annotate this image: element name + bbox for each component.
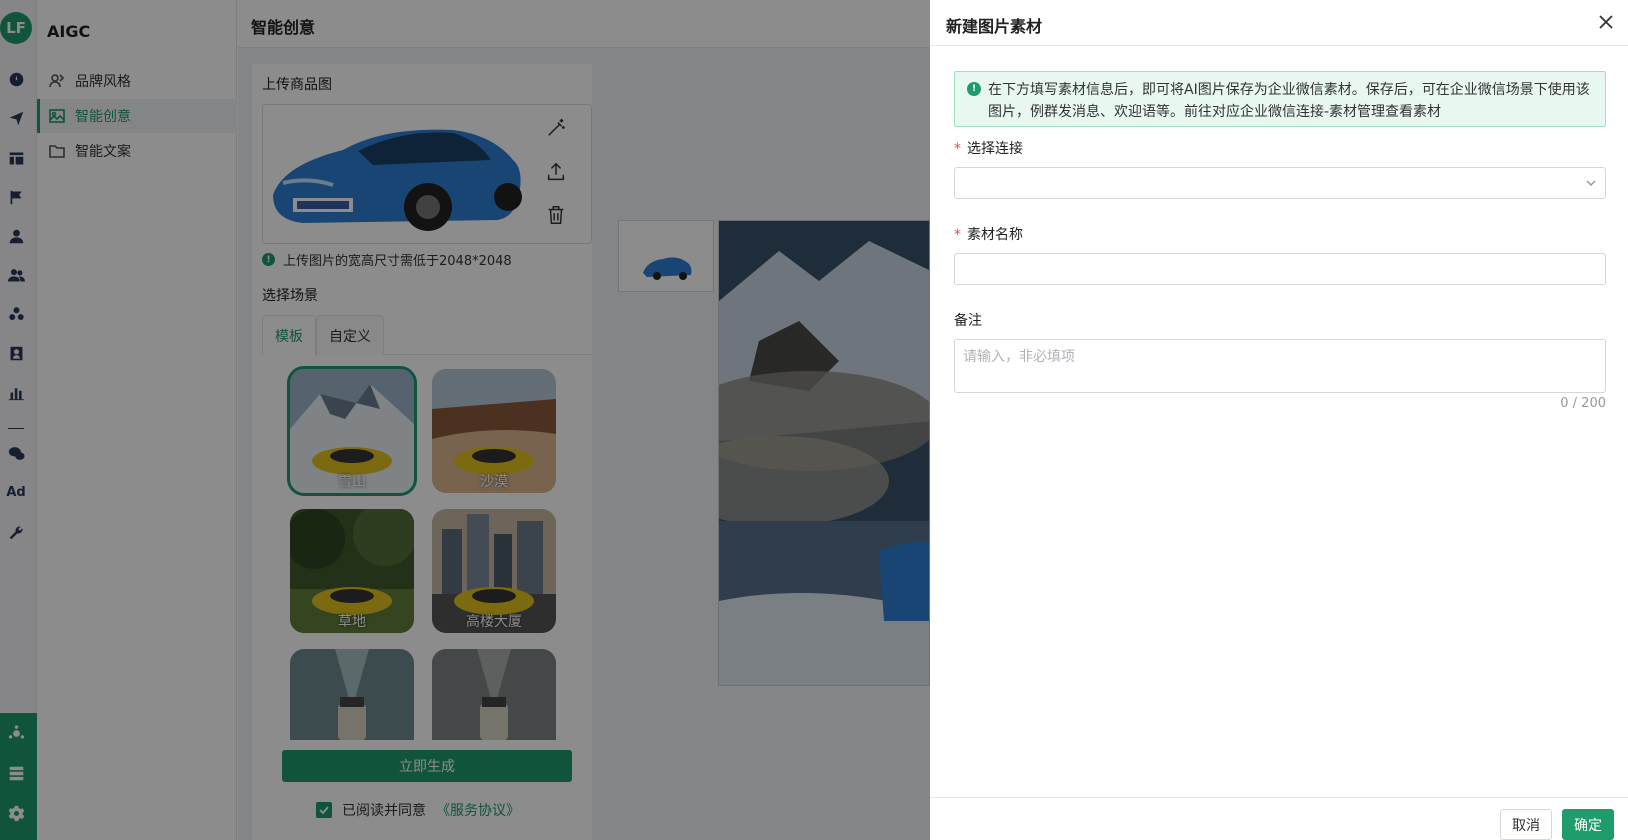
material-name-label: * 素材名称: [954, 224, 1023, 244]
notice-text: 在下方填写素材信息后，即可将AI图片保存为企业微信素材。保存后，可在企业微信场景…: [988, 82, 1590, 120]
required-mark: *: [954, 227, 961, 243]
chevron-down-icon: [1585, 177, 1597, 189]
remark-char-count: 0 / 200: [1560, 396, 1606, 411]
remark-textarea[interactable]: [954, 339, 1606, 393]
cancel-button[interactable]: 取消: [1500, 809, 1552, 840]
drawer-header: 新建图片素材: [930, 0, 1628, 46]
required-mark: *: [954, 141, 961, 157]
confirm-button[interactable]: 确定: [1562, 809, 1614, 840]
new-image-material-drawer: 新建图片素材 ! 在下方填写素材信息后，即可将AI图片保存为企业微信素材。保存后…: [930, 0, 1628, 840]
notice-banner: ! 在下方填写素材信息后，即可将AI图片保存为企业微信素材。保存后，可在企业微信…: [954, 71, 1606, 127]
material-name-input[interactable]: [954, 253, 1606, 285]
material-name-label-text: 素材名称: [967, 227, 1023, 243]
drawer-footer: 取消 确定: [930, 797, 1628, 840]
connection-select[interactable]: [954, 167, 1606, 199]
modal-mask[interactable]: [0, 0, 930, 840]
drawer-title: 新建图片素材: [946, 17, 1043, 36]
connection-label-text: 选择连接: [967, 141, 1023, 157]
info-icon: !: [967, 82, 981, 96]
remark-label: 备注: [954, 313, 982, 329]
connection-label: * 选择连接: [954, 138, 1023, 158]
close-icon[interactable]: [1598, 14, 1616, 32]
